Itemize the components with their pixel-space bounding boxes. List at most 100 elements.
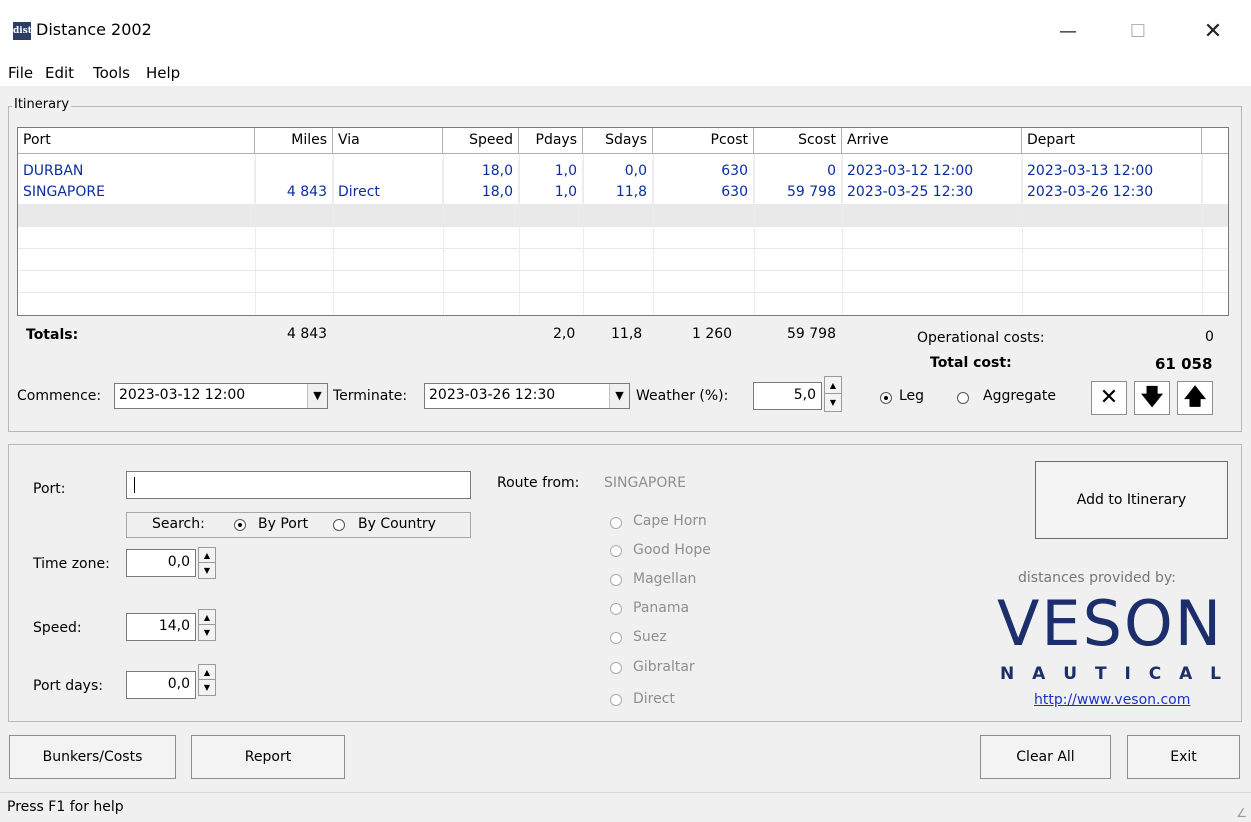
x-icon: ✕: [1099, 385, 1119, 410]
route-panama-radio[interactable]: [610, 603, 622, 615]
terminate-combo[interactable]: 2023-03-26 12:30 ▼: [424, 383, 630, 409]
maximize-icon[interactable]: ☐: [1115, 14, 1161, 50]
add-to-itinerary-button[interactable]: Add to Itinerary: [1035, 461, 1228, 539]
spin-up-icon[interactable]: ▲: [199, 548, 215, 563]
col-header-speed[interactable]: Speed: [443, 128, 519, 154]
weather-spinner[interactable]: ▲ ▼: [824, 376, 842, 412]
time-zone-spinner[interactable]: ▲ ▼: [198, 547, 216, 579]
menu-tools[interactable]: Tools: [93, 64, 130, 82]
close-icon[interactable]: ✕: [1190, 14, 1236, 50]
minimize-icon[interactable]: —: [1045, 14, 1091, 50]
cell-port: SINGAPORE: [18, 181, 255, 203]
speed-spinner[interactable]: ▲ ▼: [198, 609, 216, 641]
col-header-miles[interactable]: Miles: [255, 128, 333, 154]
col-header-port[interactable]: Port: [18, 128, 255, 154]
title-bar: dist Distance 2002 — ☐ ✕: [0, 0, 1251, 62]
chevron-down-icon[interactable]: ▼: [307, 384, 327, 408]
cell-via: Direct: [333, 181, 443, 203]
report-button[interactable]: Report: [191, 735, 345, 779]
route-panama-label[interactable]: Panama: [633, 600, 689, 616]
col-header-scost[interactable]: Scost: [754, 128, 842, 154]
delete-leg-button[interactable]: ✕: [1091, 381, 1127, 415]
exit-button[interactable]: Exit: [1127, 735, 1240, 779]
route-magellan-radio[interactable]: [610, 574, 622, 586]
operational-costs-label: Operational costs:: [917, 330, 1045, 346]
route-from-value: SINGAPORE: [604, 475, 686, 491]
route-suez-label[interactable]: Suez: [633, 629, 667, 645]
weather-input[interactable]: 5,0: [753, 382, 822, 410]
totals-sdays: 11,8: [611, 326, 643, 342]
by-country-radio[interactable]: [333, 519, 345, 531]
col-header-arrive[interactable]: Arrive: [842, 128, 1022, 154]
itinerary-table[interactable]: Port Miles Via Speed Pdays Sdays Pcost S…: [17, 127, 1229, 316]
route-magellan-label[interactable]: Magellan: [633, 571, 696, 587]
spin-down-icon[interactable]: ▼: [199, 563, 215, 578]
provided-by-text: distances provided by:: [1018, 570, 1176, 586]
spin-up-icon[interactable]: ▲: [825, 377, 841, 394]
bunkers-costs-button[interactable]: Bunkers/Costs: [9, 735, 176, 779]
table-row-selected[interactable]: [18, 204, 1228, 226]
col-header-depart[interactable]: Depart: [1022, 128, 1202, 154]
leg-radio[interactable]: [880, 392, 892, 404]
port-input[interactable]: [126, 471, 471, 499]
grid-line: [18, 226, 1228, 227]
speed-input[interactable]: 14,0: [126, 613, 196, 641]
cell-sdays: 0,0: [583, 160, 653, 182]
route-good-hope-label[interactable]: Good Hope: [633, 542, 711, 558]
spin-down-icon[interactable]: ▼: [199, 680, 215, 695]
grid-line: [1202, 154, 1203, 315]
search-label: Search:: [152, 516, 205, 532]
route-cape-horn-label[interactable]: Cape Horn: [633, 513, 707, 529]
menu-help[interactable]: Help: [146, 64, 180, 82]
route-gibraltar-label[interactable]: Gibraltar: [633, 659, 695, 675]
leg-label[interactable]: Leg: [899, 388, 924, 404]
spin-up-icon[interactable]: ▲: [199, 610, 215, 625]
time-zone-input[interactable]: 0,0: [126, 549, 196, 577]
cell-scost: 0: [754, 160, 842, 182]
total-cost-value: 61 058: [1155, 355, 1213, 373]
spin-down-icon[interactable]: ▼: [199, 625, 215, 640]
route-good-hope-radio[interactable]: [610, 545, 622, 557]
app-window: dist Distance 2002 — ☐ ✕ File Edit Tools…: [0, 0, 1251, 822]
aggregate-radio[interactable]: [957, 392, 969, 404]
cell-port: DURBAN: [18, 160, 255, 182]
route-gibraltar-radio[interactable]: [610, 662, 622, 674]
menu-edit[interactable]: Edit: [45, 64, 74, 82]
by-port-label[interactable]: By Port: [258, 516, 308, 532]
by-country-label[interactable]: By Country: [358, 516, 436, 532]
resize-grip-icon[interactable]: ∠: [1236, 806, 1247, 820]
by-port-radio[interactable]: [234, 519, 246, 531]
grid-line: [1022, 154, 1023, 315]
col-header-pcost[interactable]: Pcost: [653, 128, 754, 154]
cell-sdays: 11,8: [583, 181, 653, 203]
veson-link[interactable]: http://www.veson.com: [1034, 692, 1190, 708]
route-direct-label[interactable]: Direct: [633, 691, 675, 707]
move-down-button[interactable]: 🡇: [1134, 381, 1170, 415]
clear-all-button[interactable]: Clear All: [980, 735, 1111, 779]
commence-combo[interactable]: 2023-03-12 12:00 ▼: [114, 383, 328, 409]
aggregate-label[interactable]: Aggregate: [983, 388, 1056, 404]
spin-up-icon[interactable]: ▲: [199, 665, 215, 680]
spin-down-icon[interactable]: ▼: [825, 394, 841, 411]
move-up-button[interactable]: 🡅: [1177, 381, 1213, 415]
cell-pdays: 1,0: [519, 181, 583, 203]
table-row[interactable]: SINGAPORE 4 843 Direct 18,0 1,0 11,8 630…: [18, 181, 1228, 203]
route-suez-radio[interactable]: [610, 632, 622, 644]
route-direct-radio[interactable]: [610, 694, 622, 706]
col-header-via[interactable]: Via: [333, 128, 443, 154]
col-header-sdays[interactable]: Sdays: [583, 128, 653, 154]
grid-line: [18, 248, 1228, 249]
grid-line: [443, 154, 444, 315]
table-row[interactable]: DURBAN 18,0 1,0 0,0 630 0 2023-03-12 12:…: [18, 160, 1228, 182]
cell-speed: 18,0: [443, 181, 519, 203]
terminate-label: Terminate:: [333, 388, 408, 404]
col-header-filler: [1202, 128, 1228, 154]
operational-costs-value: 0: [1205, 329, 1214, 345]
port-days-input[interactable]: 0,0: [126, 671, 196, 699]
chevron-down-icon[interactable]: ▼: [609, 384, 629, 408]
cell-pdays: 1,0: [519, 160, 583, 182]
port-days-spinner[interactable]: ▲ ▼: [198, 664, 216, 696]
menu-file[interactable]: File: [8, 64, 33, 82]
col-header-pdays[interactable]: Pdays: [519, 128, 583, 154]
route-cape-horn-radio[interactable]: [610, 517, 622, 529]
